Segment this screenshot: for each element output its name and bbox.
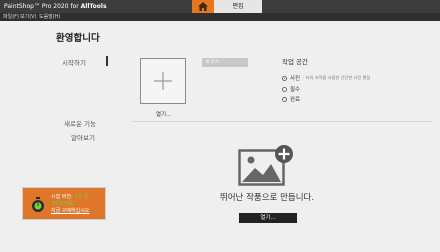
home-icon — [198, 2, 208, 11]
trial-days: 1일 중 — [72, 194, 89, 200]
menu-file[interactable]: 파일(F) — [3, 13, 19, 21]
stopwatch-icon — [32, 197, 44, 212]
workspace-option-label: 필수 — [290, 87, 301, 93]
nav-active-indicator — [106, 56, 108, 66]
app-title: PaintShop™ Pro 2020 for AllTools — [4, 3, 107, 10]
workspace-option-photo[interactable]: 사진 · 터치 조작을 사용한 간단한 사진 편집 — [282, 74, 370, 82]
menu-help[interactable]: 도움말(H) — [39, 13, 60, 21]
trial-panel: 시험 버전: 1일 중 30일(남음) 지금 구매하십시오 — [22, 187, 106, 220]
workspace-title: 작업 공간 — [282, 58, 308, 66]
workspace-option-essentials[interactable]: 필수 — [282, 85, 300, 93]
page-title: 환영합니다 — [56, 33, 100, 44]
open-label[interactable]: 열기... — [156, 110, 171, 118]
title-bar: PaintShop™ Pro 2020 for AllTools 편집 — [0, 0, 440, 13]
recent-file-placeholder[interactable]: 새 문서 — [202, 58, 248, 67]
nav-get-started[interactable]: 시작하기 — [62, 57, 86, 67]
trial-label: 시험 버전: — [51, 194, 73, 200]
empty-state-message: 뛰어난 작품으로 만듭니다. — [219, 193, 315, 203]
workspace-option-description: · 터치 조작을 사용한 간단한 사진 편집 — [303, 75, 371, 80]
radio-button-selected[interactable] — [282, 75, 287, 81]
nav-learn-more[interactable]: 알아보기 — [71, 132, 95, 142]
menu-view[interactable]: 보기(V) — [20, 13, 37, 21]
add-photo-icon — [238, 145, 293, 186]
new-image-tile[interactable] — [140, 58, 186, 104]
trial-remaining: 30일(남음) — [51, 201, 76, 207]
open-button[interactable]: 열기... — [239, 213, 297, 223]
nav-whats-new[interactable]: 새로운 기능 — [64, 118, 96, 128]
tab-home[interactable] — [192, 0, 214, 13]
section-divider — [132, 121, 432, 122]
tab-edit[interactable]: 편집 — [214, 0, 262, 13]
radio-button[interactable] — [282, 86, 287, 92]
workspace-option-label: 완료 — [290, 97, 301, 103]
buy-now-link[interactable]: 지금 구매하십시오 — [51, 208, 89, 215]
plus-icon — [154, 72, 172, 90]
workspace-option-complete[interactable]: 완료 — [282, 95, 300, 103]
radio-button[interactable] — [282, 96, 287, 102]
workspace-option-label: 사진 — [290, 76, 301, 82]
menu-bar: 파일(F) 보기(V) 도움말(H) — [0, 13, 440, 21]
